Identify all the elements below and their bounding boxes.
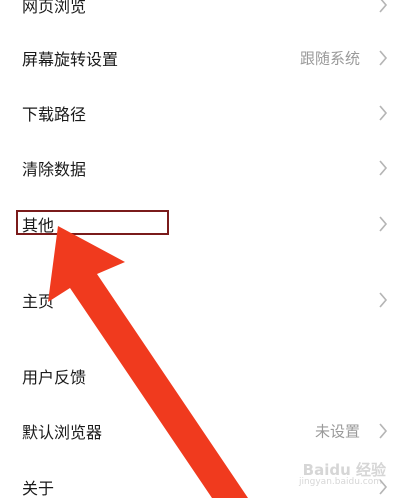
baidu-watermark: Baidu 经验 jingyan.baidu.com <box>299 459 386 487</box>
settings-item-label: 屏幕旋转设置 <box>22 50 119 69</box>
settings-item-other[interactable]: 其他 <box>0 202 406 246</box>
chevron-right-icon <box>379 160 388 176</box>
settings-item-value: 跟随系统 <box>299 49 360 68</box>
settings-item-web-browsing[interactable]: 网页浏览 <box>0 0 406 27</box>
settings-item-label: 用户反馈 <box>22 368 87 387</box>
chevron-right-icon <box>379 423 388 439</box>
settings-item-default-browser[interactable]: 默认浏览器 未设置 <box>0 409 406 453</box>
chevron-right-icon <box>379 292 388 308</box>
chevron-right-icon <box>379 105 388 121</box>
settings-item-label: 网页浏览 <box>22 0 87 16</box>
settings-screen: 网页浏览 屏幕旋转设置 跟随系统 下载路径 清除数据 其他 主页 用户反馈 默认… <box>0 0 406 498</box>
settings-item-feedback[interactable]: 用户反馈 <box>0 354 406 398</box>
settings-item-label: 下载路径 <box>22 105 87 124</box>
settings-item-value: 未设置 <box>314 422 360 441</box>
watermark-sub: jingyan.baidu.com <box>298 477 382 487</box>
settings-item-label: 主页 <box>22 292 55 311</box>
settings-item-label: 默认浏览器 <box>22 423 103 442</box>
settings-item-label: 关于 <box>22 479 55 498</box>
settings-item-homepage[interactable]: 主页 <box>0 278 406 322</box>
chevron-right-icon <box>379 0 388 13</box>
settings-item-clear-data[interactable]: 清除数据 <box>0 146 406 190</box>
settings-item-screen-rotation[interactable]: 屏幕旋转设置 跟随系统 <box>0 36 406 80</box>
settings-item-label: 清除数据 <box>22 160 87 179</box>
settings-item-download-path[interactable]: 下载路径 <box>0 91 406 135</box>
chevron-right-icon <box>379 50 388 66</box>
chevron-right-icon <box>379 216 388 232</box>
settings-item-label: 其他 <box>22 216 55 235</box>
